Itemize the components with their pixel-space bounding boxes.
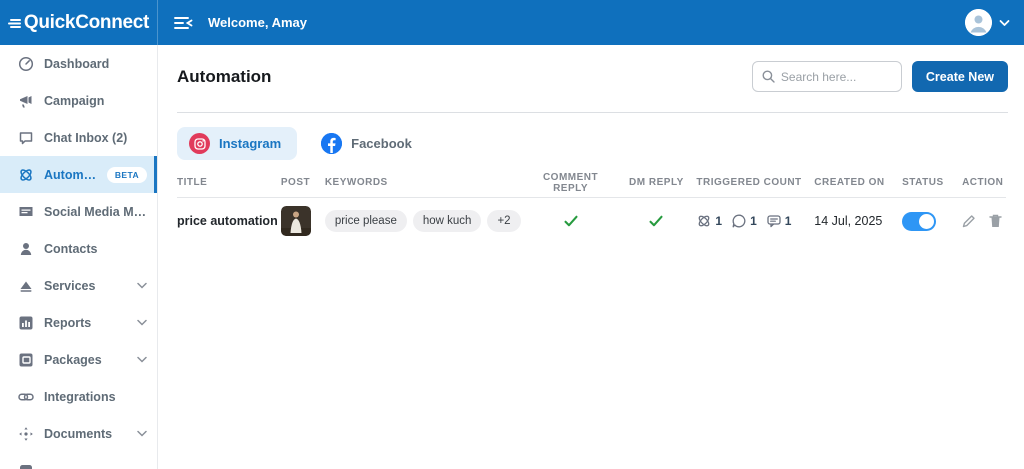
keyword-more-pill[interactable]: +2: [487, 210, 521, 232]
topbar: Welcome, Amay: [158, 0, 1024, 45]
table-header-row: TITLE POST KEYWORDS COMMENT REPLY DM REP…: [177, 168, 1006, 198]
sidebar-item-label: Integrations: [44, 389, 116, 404]
sidebar-item-label: Campaign: [44, 93, 105, 108]
sidebar-item-label: Automation: [44, 167, 97, 182]
comment-bubble-icon: [766, 213, 782, 229]
keywords-list: price please how kuch +2: [324, 210, 525, 232]
main-content: Automation Create New Instagram Facebook: [159, 45, 1024, 469]
logo-text: QuickConnect: [23, 11, 150, 33]
sidebar-item-dashboard[interactable]: Dashboard: [0, 45, 157, 82]
dm-bubble-icon: [731, 213, 747, 229]
tab-instagram[interactable]: Instagram: [177, 127, 298, 160]
chevron-down-icon: [137, 430, 147, 437]
integrations-icon: [18, 389, 34, 405]
create-new-button[interactable]: Create New: [911, 61, 1008, 92]
partial-icon: [18, 463, 34, 469]
sidebar-item-chat-inbox[interactable]: Chat Inbox (2): [0, 119, 157, 156]
user-avatar[interactable]: [965, 9, 992, 36]
sidebar-item-packages[interactable]: Packages: [0, 341, 157, 378]
chevron-down-icon: [137, 356, 147, 363]
column-header-action: ACTION: [962, 177, 1004, 188]
column-header-title: TITLE: [177, 177, 208, 188]
logo-speed-lines-icon: [7, 15, 21, 31]
sidebar-item-label: Documents: [44, 426, 113, 441]
platform-tabs: Instagram Facebook: [177, 127, 1024, 160]
edit-pencil-icon[interactable]: [962, 214, 976, 228]
search-input[interactable]: [780, 69, 892, 84]
row-title: price automation: [177, 214, 278, 228]
triggered-counts: 1 1 1: [696, 213, 814, 229]
created-on-date: 14 Jul, 2025: [814, 214, 883, 228]
sidebar-item-label: Reports: [44, 315, 92, 330]
column-header-comment-reply: COMMENT REPLY: [542, 171, 599, 194]
delete-trash-icon[interactable]: [989, 214, 1002, 228]
tab-label: Facebook: [351, 136, 412, 151]
campaign-icon: [18, 93, 34, 109]
sidebar-item-contacts[interactable]: Contacts: [0, 230, 157, 267]
services-icon: [18, 278, 34, 294]
automation-trigger-count: 1: [715, 214, 723, 228]
sidebar: Dashboard Campaign Chat Inbox (2) Automa…: [0, 45, 158, 469]
chevron-down-icon: [137, 282, 147, 289]
header-divider: [177, 112, 1008, 113]
documents-icon: [18, 426, 34, 442]
column-header-status: STATUS: [902, 177, 944, 188]
sidebar-item-label: Dashboard: [44, 56, 110, 71]
column-header-created-on: CREATED ON: [814, 177, 885, 188]
column-header-dm-reply: DM REPLY: [629, 177, 684, 188]
dashboard-icon: [18, 56, 34, 72]
automation-icon: [18, 167, 34, 183]
beta-badge: BETA: [106, 166, 147, 183]
column-header-keywords: KEYWORDS: [324, 177, 388, 188]
sidebar-item-reports[interactable]: Reports: [0, 304, 157, 341]
sidebar-item-label: Packages: [44, 352, 102, 367]
sidebar-item-label: Chat Inbox (2): [44, 130, 128, 145]
chevron-down-icon: [137, 319, 147, 326]
sidebar-item-campaign[interactable]: Campaign: [0, 82, 157, 119]
automation-trigger-icon: [696, 213, 712, 229]
app-logo[interactable]: QuickConnect: [0, 0, 158, 45]
sidebar-item-automation[interactable]: Automation BETA: [0, 156, 157, 193]
sidebar-item-label: Services: [44, 278, 96, 293]
tab-facebook[interactable]: Facebook: [309, 127, 428, 160]
packages-icon: [18, 352, 34, 368]
comment-reply-check-icon: [563, 213, 579, 229]
search-box: [751, 61, 902, 92]
toggle-knob: [919, 213, 935, 229]
facebook-icon: [321, 133, 343, 154]
automation-table: TITLE POST KEYWORDS COMMENT REPLY DM REP…: [177, 168, 1006, 244]
welcome-text: Welcome, Amay: [208, 15, 307, 30]
column-header-post: POST: [280, 177, 311, 188]
sidebar-item-services[interactable]: Services: [0, 267, 157, 304]
sidebar-item-partial[interactable]: [0, 452, 157, 469]
keyword-pill: how kuch: [412, 210, 482, 232]
post-thumbnail[interactable]: [280, 206, 325, 236]
sidebar-item-social-media-manager[interactable]: Social Media Manager: [0, 193, 157, 230]
tab-label: Instagram: [219, 136, 282, 151]
status-toggle[interactable]: [902, 211, 937, 231]
dm-reply-check-icon: [648, 213, 664, 229]
search-icon: [762, 70, 775, 83]
page-title: Automation: [177, 66, 272, 86]
chat-inbox-icon: [18, 130, 34, 146]
table-row: price automation price please how kuch +…: [177, 198, 1006, 244]
instagram-icon: [189, 133, 210, 154]
collapse-sidebar-icon[interactable]: [174, 15, 194, 31]
sidebar-item-label: Social Media Manager: [44, 204, 147, 219]
reports-icon: [18, 315, 34, 331]
keyword-pill: price please: [324, 210, 407, 232]
column-header-triggered-count: TRIGGERED COUNT: [696, 177, 802, 188]
social-media-manager-icon: [18, 204, 34, 220]
user-menu-chevron-icon[interactable]: [999, 19, 1010, 27]
dm-trigger-count: 1: [750, 214, 757, 228]
comment-trigger-count: 1: [784, 214, 792, 228]
contacts-icon: [18, 241, 34, 257]
sidebar-item-integrations[interactable]: Integrations: [0, 378, 157, 415]
sidebar-item-documents[interactable]: Documents: [0, 415, 157, 452]
sidebar-item-label: Contacts: [44, 241, 98, 256]
